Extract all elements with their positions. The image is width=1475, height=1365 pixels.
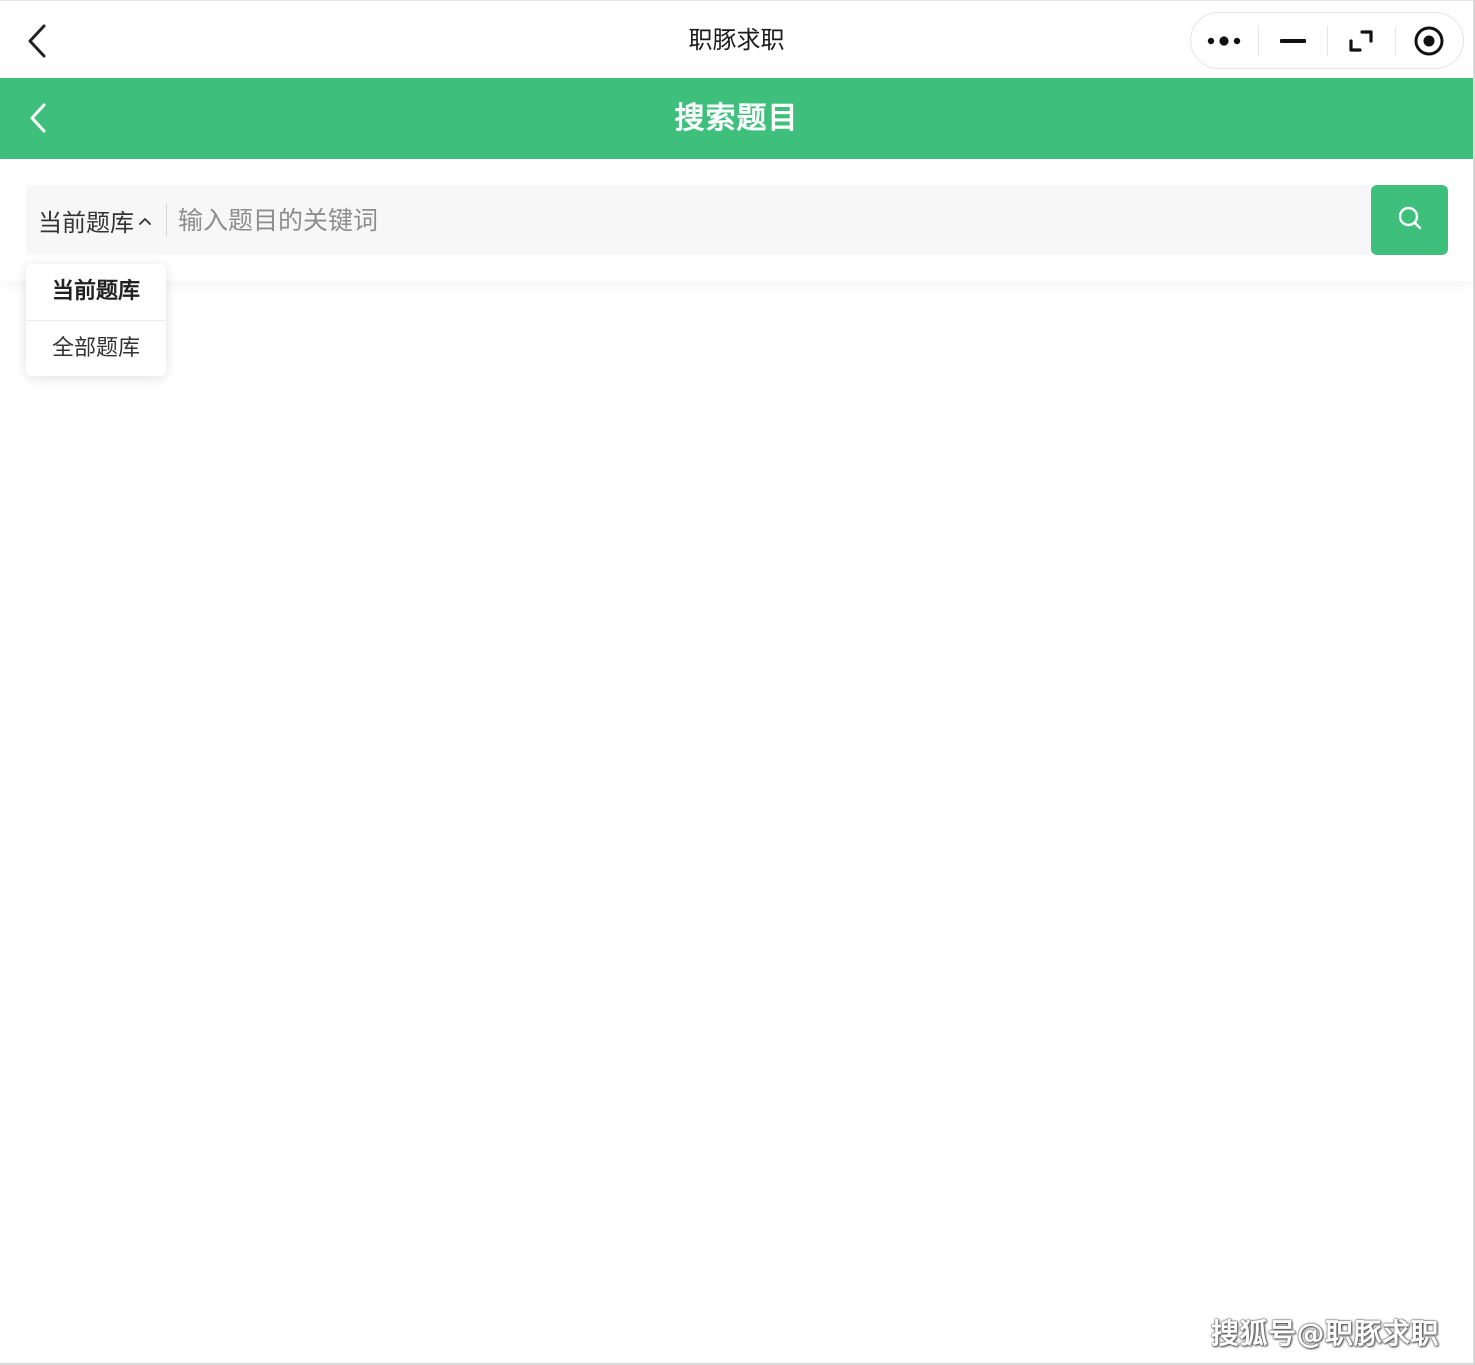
capsule-menu xyxy=(1190,12,1464,69)
more-dots-icon[interactable] xyxy=(1191,12,1258,69)
restore-icon[interactable] xyxy=(1328,12,1395,69)
mini-program-navbar: 职豚求职 xyxy=(0,0,1473,78)
app-window: 职豚求职 搜索题目 当前题库 输入题目的关键词 当前题库 全部题库 搜狐号@职豚… xyxy=(0,0,1475,1365)
search-button[interactable] xyxy=(1371,185,1448,255)
dropdown-item-all-banks[interactable]: 全部题库 xyxy=(26,321,166,377)
watermark: 搜狐号@职豚求职 xyxy=(1210,1317,1439,1350)
search-area: 当前题库 xyxy=(0,159,1473,281)
close-target-icon[interactable] xyxy=(1396,12,1463,69)
search-icon xyxy=(1397,205,1423,235)
page-header: 搜索题目 xyxy=(0,78,1473,159)
scope-select-label: 当前题库 xyxy=(38,208,134,237)
dropdown-item-current-bank[interactable]: 当前题库 xyxy=(26,264,166,320)
scope-divider xyxy=(166,203,167,237)
scope-dropdown: 当前题库 全部题库 xyxy=(26,264,166,376)
scope-select[interactable]: 当前题库 xyxy=(26,185,166,255)
minimize-icon[interactable] xyxy=(1259,12,1326,69)
search-input[interactable] xyxy=(178,185,1358,255)
chevron-up-icon xyxy=(138,204,152,232)
search-box: 当前题库 xyxy=(26,185,1372,255)
page-title: 搜索题目 xyxy=(674,101,799,136)
